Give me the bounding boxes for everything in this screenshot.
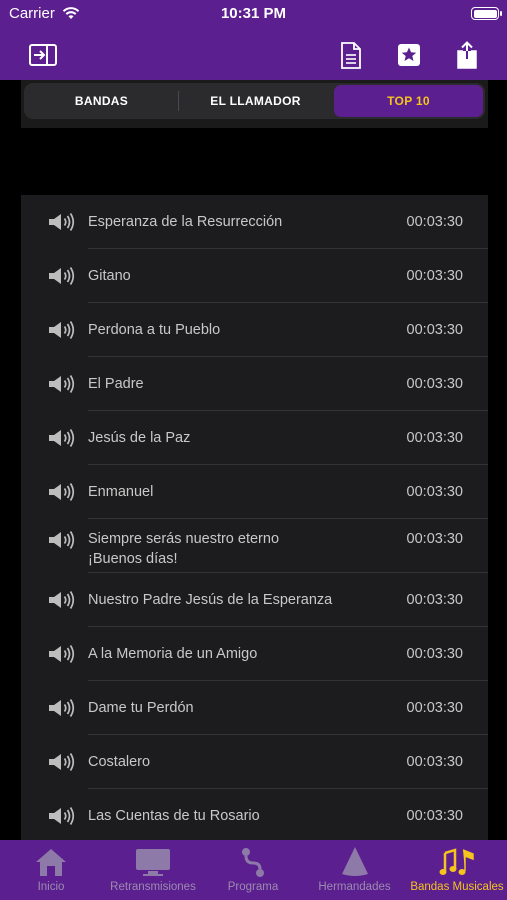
track-duration: 00:03:30 [406,376,463,392]
speaker-icon [46,373,76,395]
speaker-icon [46,805,76,827]
segment-bandas[interactable]: BANDAS [26,85,177,117]
tab-label: Retransmisiones [110,881,196,893]
track-title: El Padre [88,376,144,392]
tab-label: Hermandades [318,881,391,893]
track-row[interactable]: Las Cuentas de tu Rosario 00:03:30 [21,789,488,840]
track-row[interactable]: Siempre serás nuestro eterno ¡Buenos día… [21,519,488,573]
tab-bandas-musicales[interactable]: Bandas Musicales [407,840,507,900]
track-duration: 00:03:30 [406,700,463,716]
navigation-bar [0,30,507,80]
segmented-control: BANDAS EL LLAMADOR TOP 10 [24,83,485,119]
track-title: Perdona a tu Pueblo [88,322,221,338]
track-title: Dame tu Perdón [88,700,194,716]
track-title: Las Cuentas de tu Rosario [88,808,260,824]
tab-bar: Inicio Retransmisiones Programa Hermanda… [0,840,507,900]
sidebar-toggle-icon[interactable] [28,40,58,70]
track-row[interactable]: Gitano 00:03:30 [21,249,488,303]
track-title: A la Memoria de un Amigo [88,646,258,662]
segment-top-10[interactable]: TOP 10 [334,85,483,117]
segment-el-llamador[interactable]: EL LLAMADOR [179,85,332,117]
speaker-icon [46,211,76,233]
track-title: Enmanuel [88,484,154,500]
track-duration: 00:03:30 [406,754,463,770]
track-title: Nuestro Padre Jesús de la Esperanza [88,592,333,608]
speaker-icon [46,529,76,551]
segment-container: BANDAS EL LLAMADOR TOP 10 [21,80,488,128]
track-duration: 00:03:30 [406,808,463,824]
track-row[interactable]: Esperanza de la Resurrección 00:03:30 [21,195,488,249]
track-duration: 00:03:30 [406,214,463,230]
track-row[interactable]: Costalero 00:03:30 [21,735,488,789]
track-duration: 00:03:30 [406,322,463,338]
tab-hermandades[interactable]: Hermandades [302,840,407,900]
route-icon [238,846,268,878]
speaker-icon [46,589,76,611]
tab-inicio[interactable]: Inicio [0,840,102,900]
track-title: Jesús de la Paz [88,430,191,446]
speaker-icon [46,697,76,719]
track-duration: 00:03:30 [406,430,463,446]
speaker-icon [46,427,76,449]
music-notes-icon [439,846,475,878]
track-title: Costalero [88,754,151,770]
track-duration: 00:03:30 [406,484,463,500]
speaker-icon [46,265,76,287]
tv-icon [134,846,172,878]
tab-retransmisiones[interactable]: Retransmisiones [102,840,204,900]
speaker-icon [46,751,76,773]
battery-icon [471,7,502,20]
status-bar: Carrier 10:31 PM [0,0,507,30]
tab-programa[interactable]: Programa [204,840,302,900]
track-row[interactable]: Jesús de la Paz 00:03:30 [21,411,488,465]
track-row[interactable]: Enmanuel 00:03:30 [21,465,488,519]
track-row[interactable]: A la Memoria de un Amigo 00:03:30 [21,627,488,681]
speaker-icon [46,481,76,503]
track-row[interactable]: Dame tu Perdón 00:03:30 [21,681,488,735]
tab-label: Inicio [37,881,65,893]
home-icon [34,846,68,878]
track-duration: 00:03:30 [406,268,463,284]
track-list[interactable]: Esperanza de la Resurrección 00:03:30 Gi… [21,195,488,840]
track-duration: 00:03:30 [406,531,463,547]
document-icon[interactable] [336,40,366,70]
track-duration: 00:03:30 [406,646,463,662]
tab-label: Programa [227,881,279,893]
nazareno-hood-icon [339,846,371,878]
track-title: Esperanza de la Resurrección [88,214,283,230]
speaker-icon [46,319,76,341]
track-duration: 00:03:30 [406,592,463,608]
speaker-icon [46,643,76,665]
track-row[interactable]: Nuestro Padre Jesús de la Esperanza 00:0… [21,573,488,627]
tab-label: Bandas Musicales [410,881,504,893]
track-row[interactable]: El Padre 00:03:30 [21,357,488,411]
share-icon[interactable] [452,40,482,70]
track-row[interactable]: Perdona a tu Pueblo 00:03:30 [21,303,488,357]
track-title: Gitano [88,268,131,284]
clock: 10:31 PM [220,5,287,22]
track-title: Siempre serás nuestro eterno ¡Buenos día… [88,531,280,567]
favorite-star-icon[interactable] [394,40,424,70]
